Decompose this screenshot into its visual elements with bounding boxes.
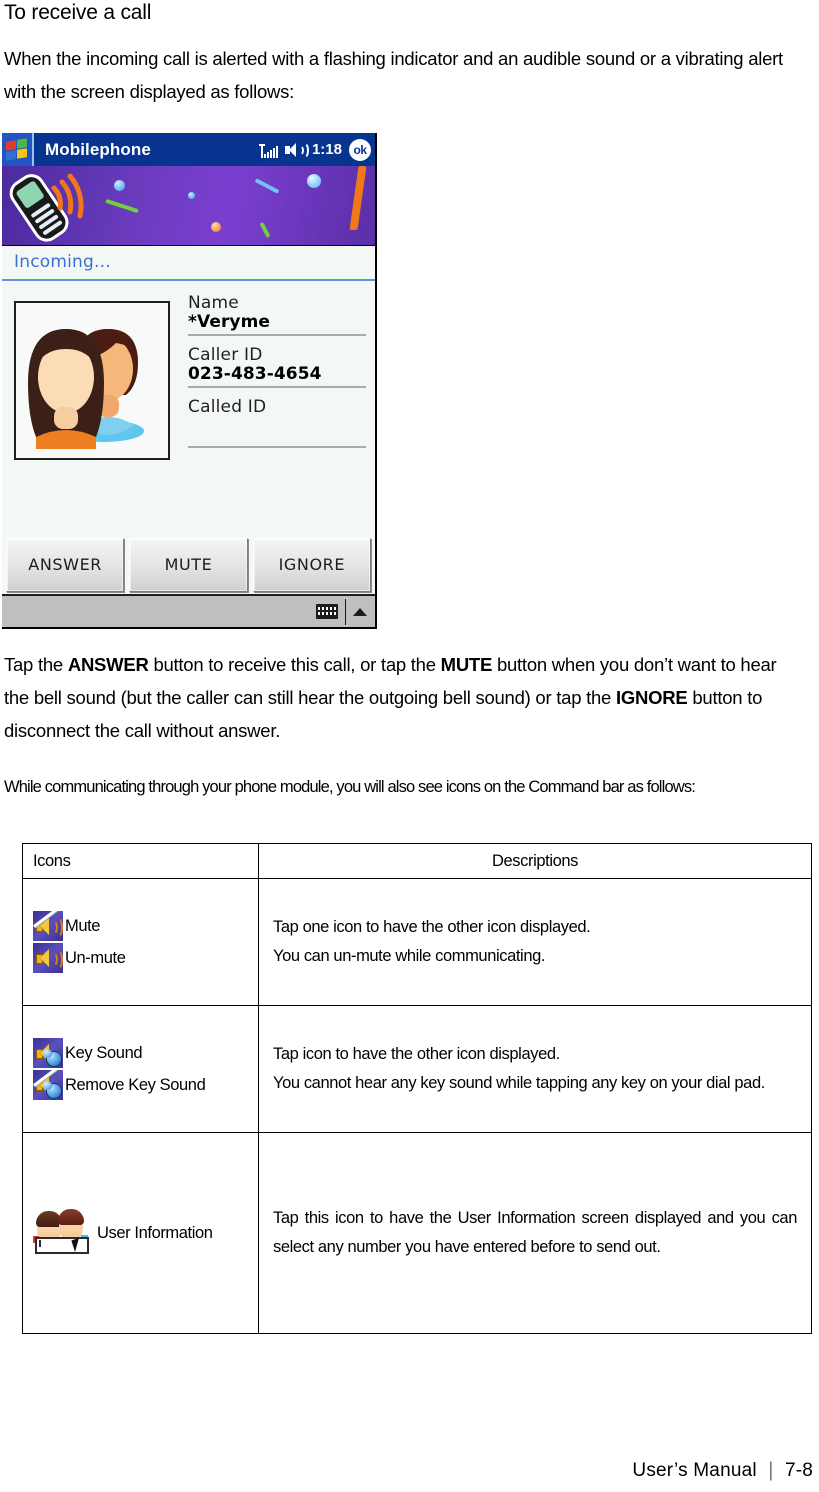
call-status-bar: Incoming... — [2, 246, 375, 281]
page-title: To receive a call — [4, 1, 152, 24]
call-status-label: Incoming... — [14, 252, 111, 272]
speaker-volume-icon[interactable] — [284, 141, 309, 159]
field-name-label: Name — [188, 293, 239, 313]
command-bar-icons-table: Icons Descriptions Mute Un-mute Tap one … — [22, 843, 812, 1334]
call-action-buttons: ANSWER MUTE IGNORE — [2, 535, 375, 594]
icon-label-key-sound: Key Sound — [65, 1043, 143, 1062]
tap-mute-bold: MUTE — [440, 654, 493, 675]
table-header-row: Icons Descriptions — [22, 843, 812, 879]
pda-window-title: Mobilephone — [45, 139, 151, 159]
windows-logo-icon[interactable] — [2, 133, 34, 166]
icon-label-mute: Mute — [65, 916, 101, 935]
document-page: To receive a call When the incoming call… — [0, 0, 819, 1492]
tap-answer-bold: ANSWER — [67, 654, 149, 675]
pda-clock[interactable]: 1:18 — [312, 141, 342, 158]
two-contacts-photo-icon — [14, 301, 170, 460]
intro-paragraph: When the incoming call is alerted with a… — [4, 48, 783, 102]
footer-page-number: 7-8 — [784, 1460, 813, 1481]
icon-line-remove-key-sound: Remove Key Sound — [33, 1069, 252, 1101]
description-line: Tap icon to have the other icon displaye… — [273, 1045, 560, 1063]
field-rule — [188, 386, 366, 388]
description-line: Tap this icon to have the User Informati… — [273, 1209, 797, 1256]
table-row: Mute Un-mute Tap one icon to have the ot… — [22, 878, 812, 1006]
table-row: User Information Tap this icon to have t… — [22, 1132, 812, 1334]
user-information-icon[interactable] — [33, 1209, 95, 1256]
icon-label-user-information: User Information — [97, 1223, 213, 1242]
caller-info-panel: Name *Veryme Caller ID 023-483-4654 Call… — [2, 281, 375, 551]
field-caller-id: Caller ID 023-483-4654 — [188, 345, 366, 388]
description-cell-user-information: Tap this icon to have the User Informati… — [258, 1132, 812, 1334]
pda-status-icons: 1:18 ok — [258, 133, 371, 166]
icon-line-key-sound: Key Sound — [33, 1037, 252, 1069]
tap-seg-2: button to receive this call, or tap the — [148, 654, 441, 675]
description-line: Tap one icon to have the other icon disp… — [273, 918, 591, 936]
caller-fields: Name *Veryme Caller ID 023-483-4654 Call… — [188, 293, 366, 457]
soft-keyboard-icon[interactable] — [316, 604, 338, 619]
description-cell-key-sound: Tap icon to have the other icon displaye… — [258, 1005, 812, 1133]
column-header-icons: Icons — [22, 843, 259, 879]
icon-line-mute: Mute — [33, 910, 252, 942]
field-rule — [188, 334, 366, 336]
tap-seg-1: Tap the — [4, 654, 68, 675]
command-bar-divider — [345, 598, 346, 625]
description-cell-mute: Tap one icon to have the other icon disp… — [258, 878, 812, 1006]
field-called-id-label: Called ID — [188, 397, 267, 417]
tap-instructions-paragraph: Tap the ANSWER button to receive this ca… — [4, 648, 804, 747]
input-panel-chevron-up-icon[interactable] — [353, 607, 367, 616]
field-rule — [188, 446, 366, 448]
field-name: Name *Veryme — [188, 293, 366, 336]
incoming-call-banner — [2, 166, 375, 246]
pda-screenshot: Mobilephone 1:18 ok Incoming... Name *Ve… — [2, 133, 377, 629]
icons-cell-user-information: User Information — [22, 1132, 259, 1334]
ringing-mobile-phone-icon — [9, 173, 84, 242]
unmute-speaker-icon[interactable] — [33, 943, 63, 973]
icon-label-unmute: Un-mute — [65, 948, 126, 967]
icons-cell-key-sound: Key Sound Remove Key Sound — [22, 1005, 259, 1133]
footer-manual-label: User’s Manual — [632, 1460, 757, 1481]
field-caller-id-label: Caller ID — [188, 345, 263, 365]
mute-speaker-icon[interactable] — [33, 911, 63, 941]
field-called-id: Called ID — [188, 397, 366, 448]
table-row: Key Sound Remove Key Sound Tap icon to h… — [22, 1005, 812, 1133]
description-line: You cannot hear any key sound while tapp… — [273, 1074, 765, 1092]
tap-ignore-bold: IGNORE — [616, 687, 688, 708]
icon-label-remove-key-sound: Remove Key Sound — [65, 1075, 206, 1094]
field-name-value: *Veryme — [188, 312, 271, 332]
remove-key-sound-icon[interactable] — [33, 1070, 63, 1100]
mute-button[interactable]: MUTE — [129, 537, 248, 592]
page-footer: User’s Manual ❘ 7-8 — [632, 1459, 813, 1482]
column-header-descriptions: Descriptions — [258, 843, 812, 879]
signal-strength-icon[interactable] — [258, 142, 278, 158]
pda-command-bar — [2, 594, 375, 627]
field-caller-id-value: 023-483-4654 — [188, 364, 322, 384]
answer-button[interactable]: ANSWER — [6, 537, 125, 592]
description-line: You can un-mute while communicating. — [273, 947, 546, 965]
footer-separator: ❘ — [762, 1460, 779, 1481]
command-bar-intro-line: While communicating through your phone m… — [4, 778, 696, 796]
ok-button[interactable]: ok — [349, 138, 371, 161]
icon-line-user-information: User Information — [33, 1209, 252, 1256]
pda-title-bar: Mobilephone 1:18 ok — [2, 133, 375, 166]
icon-line-unmute: Un-mute — [33, 942, 252, 974]
key-sound-icon[interactable] — [33, 1038, 63, 1068]
ignore-button[interactable]: IGNORE — [252, 537, 371, 592]
icons-cell-mute: Mute Un-mute — [22, 878, 259, 1006]
